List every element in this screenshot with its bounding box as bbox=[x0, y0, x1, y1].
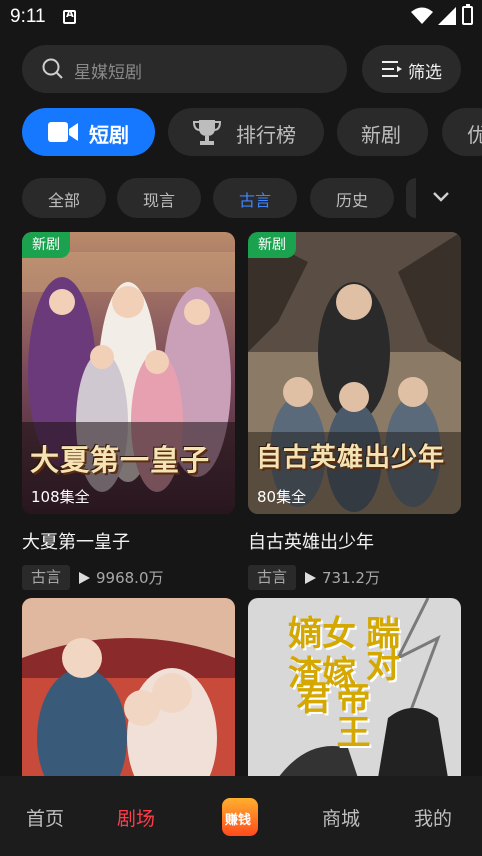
filter-button[interactable]: 筛选 bbox=[362, 45, 461, 93]
chip-label: 古言 bbox=[238, 191, 271, 210]
bottom-nav: 首页 剧场 赚钱 商城 我的 bbox=[0, 776, 482, 856]
trophy-icon bbox=[192, 120, 222, 145]
new-badge: 新剧 bbox=[22, 232, 70, 258]
nav-mall[interactable]: 商城 bbox=[322, 804, 360, 831]
view-count: 731.2万 bbox=[322, 569, 380, 587]
wifi-icon bbox=[411, 7, 433, 24]
tab-new-drama[interactable]: 新剧 bbox=[337, 108, 428, 156]
nav-home[interactable]: 首页 bbox=[26, 804, 64, 831]
chevron-down-icon bbox=[433, 192, 449, 202]
play-count-icon bbox=[305, 572, 316, 584]
genre-tag: 古言 bbox=[248, 565, 297, 590]
chip-ancient-romance[interactable]: 古言 bbox=[213, 178, 297, 218]
poster-title-art: 大夏第一皇子 bbox=[30, 443, 211, 477]
episode-count: 108集全 bbox=[31, 488, 90, 506]
tab-label: 优 bbox=[467, 123, 482, 147]
nav-profile[interactable]: 我的 bbox=[414, 804, 452, 831]
drama-title: 大夏第一皇子 bbox=[22, 532, 130, 553]
status-bar: 9:11 bbox=[0, 0, 482, 34]
nav-earn-button[interactable]: 赚钱 bbox=[222, 798, 258, 836]
view-count: 9968.0万 bbox=[96, 569, 164, 587]
drama-poster[interactable]: 新剧 大夏第一皇子 108集全 bbox=[22, 232, 235, 514]
tab-label: 新剧 bbox=[361, 123, 401, 147]
new-badge: 新剧 bbox=[248, 232, 296, 258]
search-icon bbox=[42, 58, 63, 79]
chip-all[interactable]: 全部 bbox=[22, 178, 106, 218]
chip-stub bbox=[406, 178, 416, 218]
signal-icon bbox=[438, 7, 456, 25]
filter-icon bbox=[382, 61, 402, 77]
poster-artwork bbox=[22, 598, 235, 778]
poster-text: 对 bbox=[366, 646, 400, 686]
earn-label: 赚钱 bbox=[225, 813, 252, 828]
play-count-icon bbox=[79, 572, 90, 584]
chip-expand-button[interactable] bbox=[406, 178, 482, 218]
genre-tag: 古言 bbox=[22, 565, 71, 590]
tab-partial[interactable]: 优 bbox=[442, 108, 482, 156]
chip-history[interactable]: 历史 bbox=[310, 178, 394, 218]
tab-ranking[interactable]: 排行榜 bbox=[168, 108, 324, 156]
drama-poster[interactable]: 嫡女 踹 渣嫁 对 帝王君 bbox=[248, 598, 461, 778]
drama-poster[interactable] bbox=[22, 598, 235, 778]
poster-title-art: 自古英雄出少年 bbox=[256, 443, 446, 473]
filter-label: 筛选 bbox=[408, 63, 442, 83]
tab-label: 短剧 bbox=[89, 123, 129, 147]
nav-theater[interactable]: 剧场 bbox=[117, 804, 155, 831]
episode-count: 80集全 bbox=[257, 488, 307, 506]
status-time: 9:11 bbox=[10, 6, 46, 27]
battery-icon bbox=[462, 4, 473, 25]
search-bar[interactable]: 星媒短剧 bbox=[22, 45, 347, 93]
notification-a-icon bbox=[63, 9, 76, 24]
chip-label: 现言 bbox=[142, 191, 175, 210]
chip-label: 全部 bbox=[47, 191, 80, 210]
search-placeholder: 星媒短剧 bbox=[74, 63, 142, 83]
tab-label: 排行榜 bbox=[236, 123, 296, 147]
chip-label: 历史 bbox=[335, 191, 368, 210]
drama-title: 自古英雄出少年 bbox=[248, 532, 374, 553]
video-camera-icon bbox=[48, 122, 78, 142]
poster-text: 帝王君 bbox=[290, 680, 370, 748]
chip-modern-romance[interactable]: 现言 bbox=[117, 178, 201, 218]
tab-short-drama[interactable]: 短剧 bbox=[22, 108, 155, 156]
drama-poster[interactable]: 新剧 自古英雄出少年 80集全 bbox=[248, 232, 461, 514]
